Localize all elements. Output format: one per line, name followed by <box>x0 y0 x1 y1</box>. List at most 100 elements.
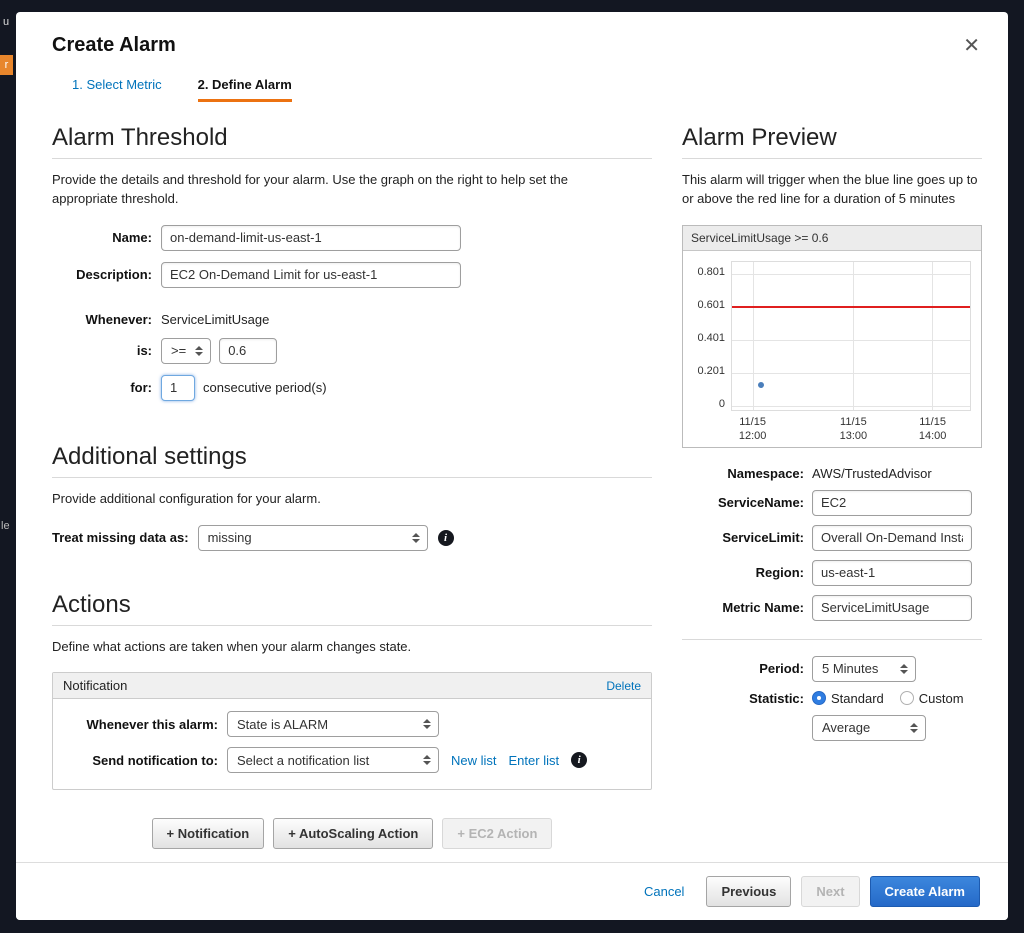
notification-panel: Notification Delete Whenever this alarm:… <box>52 672 652 791</box>
namespace-label: Namespace: <box>727 465 804 481</box>
step-define-alarm[interactable]: 2. Define Alarm <box>197 77 292 102</box>
create-alarm-button[interactable]: Create Alarm <box>869 876 980 907</box>
previous-button[interactable]: Previous <box>706 876 792 907</box>
alarm-name-input[interactable] <box>161 224 461 251</box>
metricname-label: Metric Name: <box>722 600 804 616</box>
data-point <box>758 381 765 388</box>
info-icon[interactable]: i <box>437 529 454 546</box>
notification-panel-header: Notification Delete <box>53 673 651 700</box>
alarm-description-input[interactable] <box>161 261 461 288</box>
action-buttons-row: + Notification + AutoScaling Action + EC… <box>52 818 652 850</box>
y-tick: 0.201 <box>697 364 725 377</box>
servicelimit-row: ServiceLimit: <box>682 524 982 551</box>
statistic-select[interactable]: Average <box>812 714 926 741</box>
statistic-label: Statistic: <box>749 690 804 706</box>
for-label: for: <box>130 380 152 396</box>
servicename-label: ServiceName: <box>718 495 804 511</box>
statistic-row: Statistic: Standard Custom <box>682 690 982 706</box>
background-fragment-text: le <box>1 520 10 532</box>
delete-notification-link[interactable]: Delete <box>606 679 641 693</box>
metricname-input[interactable] <box>812 594 972 621</box>
alarm-state-select[interactable]: State is ALARM <box>227 711 439 738</box>
period-row: Period: 5 Minutes <box>682 655 982 682</box>
x-tick: 11/15 13:00 <box>839 415 868 442</box>
threshold-line <box>732 305 970 308</box>
chevron-updown-icon <box>411 532 420 543</box>
info-icon[interactable]: i <box>571 752 588 769</box>
y-tick: 0 <box>718 397 725 410</box>
actions-description: Define what actions are taken when your … <box>52 638 412 654</box>
region-input[interactable] <box>812 559 972 586</box>
period-select[interactable]: 5 Minutes <box>812 655 916 682</box>
radio-checked-icon <box>812 690 826 705</box>
alarm-state-select-value: State is ALARM <box>237 716 329 732</box>
periods-input[interactable] <box>161 374 195 401</box>
missing-data-select[interactable]: missing <box>197 524 428 551</box>
description-label: Description: <box>76 267 152 283</box>
alarm-threshold-description: Provide the details and threshold for yo… <box>52 172 568 206</box>
background-fragment-text: u <box>3 16 10 28</box>
chart-x-axis: 11/15 12:00 11/15 13:00 11/15 14:00 <box>731 413 971 447</box>
period-select-value: 5 Minutes <box>822 661 879 677</box>
cancel-link[interactable]: Cancel <box>644 884 684 899</box>
is-label: is: <box>136 343 152 359</box>
namespace-row: Namespace: AWS/TrustedAdvisor <box>682 466 982 481</box>
missing-data-select-value: missing <box>207 530 252 546</box>
wizard-steps: 1. Select Metric 2. Define Alarm <box>16 71 1008 102</box>
missing-data-label: Treat missing data as: <box>52 530 189 546</box>
operator-select-value: >= <box>171 343 187 359</box>
metricname-row: Metric Name: <box>682 594 982 621</box>
threshold-value-input[interactable] <box>219 337 278 364</box>
y-tick: 0.601 <box>697 298 725 311</box>
actions-heading: Actions <box>52 590 131 618</box>
page-background: u r le Create Alarm ✕ 1. Select Metric 2… <box>0 0 1024 933</box>
statistic-custom-radio[interactable]: Custom <box>899 690 964 706</box>
alarm-preview-description: This alarm will trigger when the blue li… <box>682 172 978 206</box>
notification-list-select[interactable]: Select a notification list <box>227 747 439 774</box>
missing-data-row: Treat missing data as: missing i <box>52 524 652 551</box>
chart-title: ServiceLimitUsage >= 0.6 <box>683 225 981 251</box>
left-column: Alarm Threshold Provide the details and … <box>52 124 652 850</box>
send-notification-row: Send notification to: Select a notificat… <box>63 747 641 774</box>
close-icon[interactable]: ✕ <box>963 36 980 56</box>
chevron-updown-icon <box>195 345 204 356</box>
add-notification-button[interactable]: + Notification <box>151 818 265 850</box>
right-column: Alarm Preview This alarm will trigger wh… <box>682 124 982 849</box>
servicelimit-input[interactable] <box>812 524 972 551</box>
step-select-metric[interactable]: 1. Select Metric <box>72 77 162 102</box>
operator-select[interactable]: >= <box>161 337 212 364</box>
x-tick: 11/15 14:00 <box>918 415 947 442</box>
servicename-input[interactable] <box>812 489 972 516</box>
next-button: Next <box>801 876 860 907</box>
metric-name-text: ServiceLimitUsage <box>161 311 270 327</box>
notification-list-select-value: Select a notification list <box>237 752 370 768</box>
statistic-select-row: Average <box>682 714 982 741</box>
name-label: Name: <box>112 230 152 246</box>
notification-panel-title: Notification <box>63 678 128 694</box>
add-ec2-action-button: + EC2 Action <box>442 818 553 850</box>
chart-canvas <box>731 260 971 411</box>
for-row: for: consecutive period(s) <box>52 374 652 401</box>
modal-content: Alarm Threshold Provide the details and … <box>16 102 1008 850</box>
name-row: Name: <box>52 224 652 251</box>
additional-settings-heading: Additional settings <box>52 442 247 470</box>
namespace-value: AWS/TrustedAdvisor <box>812 465 932 481</box>
alarm-preview-heading: Alarm Preview <box>682 124 837 151</box>
statistic-standard-radio[interactable]: Standard <box>812 690 884 706</box>
statistic-select-value: Average <box>822 720 871 736</box>
modal-title: Create Alarm <box>52 34 176 56</box>
servicelimit-label: ServiceLimit: <box>722 530 804 546</box>
whenever-row: Whenever: ServiceLimitUsage <box>52 312 652 327</box>
is-row: is: >= <box>52 337 652 364</box>
chart-plot-area: 0.801 0.601 0.401 0.201 0 <box>683 251 981 413</box>
chevron-updown-icon <box>910 722 918 733</box>
chart-y-axis: 0.801 0.601 0.401 0.201 0 <box>687 261 731 411</box>
add-autoscaling-button[interactable]: + AutoScaling Action <box>273 818 434 850</box>
create-alarm-modal: Create Alarm ✕ 1. Select Metric 2. Defin… <box>16 12 1008 920</box>
alarm-state-label: Whenever this alarm: <box>86 716 219 732</box>
new-list-link[interactable]: New list <box>451 753 497 768</box>
chevron-updown-icon <box>423 719 431 730</box>
region-label: Region: <box>755 565 804 581</box>
notification-panel-body: Whenever this alarm: State is ALARM Send… <box>53 699 651 789</box>
enter-list-link[interactable]: Enter list <box>509 753 560 768</box>
